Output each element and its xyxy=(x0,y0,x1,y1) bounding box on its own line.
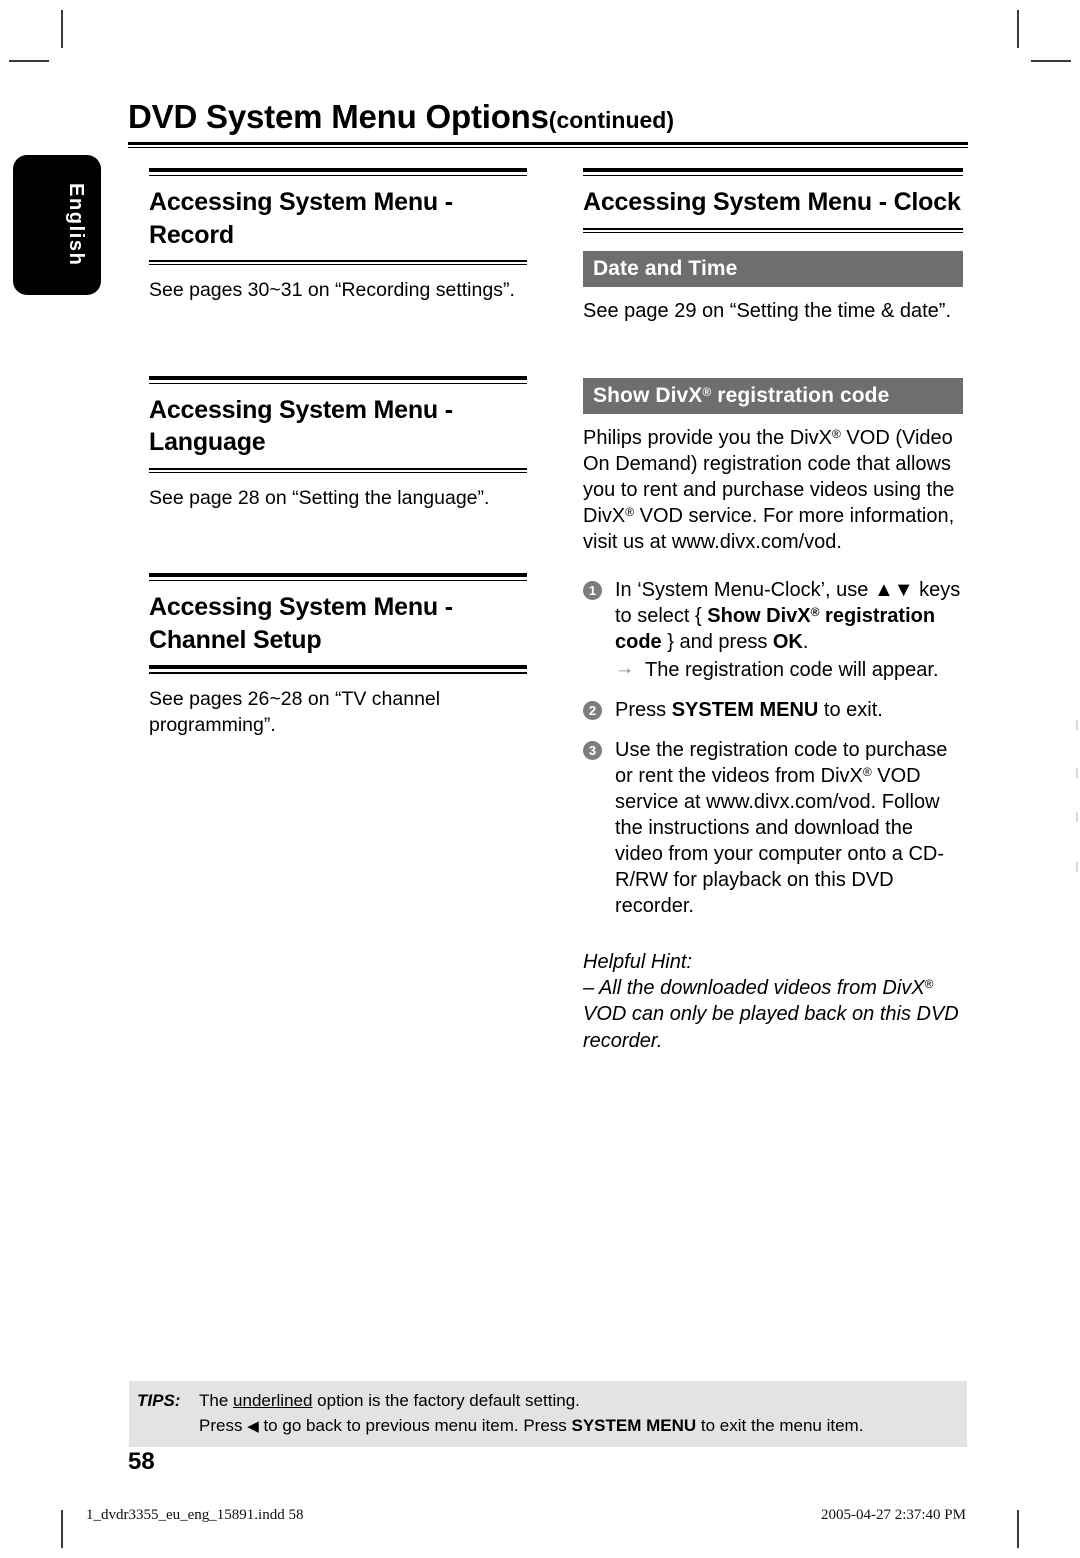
crop-mark-bottom-left-vertical xyxy=(61,1510,63,1548)
crop-mark-top-left-horizontal xyxy=(9,60,49,62)
tips-line1-a: The xyxy=(199,1391,234,1410)
section-rule-bottom xyxy=(149,665,527,675)
instruction-steps: 1 In ‘System Menu-Clock’, use ▲▼ keys to … xyxy=(583,577,963,919)
step-1-result: → The registration code will appear. xyxy=(615,657,963,683)
divx-para-part1: Philips provide you the DivX xyxy=(583,426,833,449)
language-tab-label: English xyxy=(65,183,87,267)
helpful-hint: Helpful Hint: – All the downloaded video… xyxy=(583,949,963,1055)
banner-divx-suffix: registration code xyxy=(711,383,890,407)
tips-line2-a: Press xyxy=(199,1415,248,1435)
banner-divx-prefix: Show DivX xyxy=(593,383,703,407)
step-number-badge: 1 xyxy=(583,580,602,600)
print-footer: 1_dvdr3355_eu_eng_15891.indd 58 2005-04-… xyxy=(86,1507,996,1524)
divx-description-paragraph: Philips provide you the DivX® VOD (Video… xyxy=(583,425,963,555)
registered-trademark-icon: ® xyxy=(924,976,934,991)
step-number-badge: 3 xyxy=(583,740,602,760)
registered-trademark-icon: ® xyxy=(832,426,841,441)
section-body-language: See page 28 on “Setting the language”. xyxy=(149,486,490,509)
section-heading-clock: Accessing System Menu - Clock xyxy=(583,188,961,216)
section-record: Accessing System Menu - Record See pages… xyxy=(149,168,527,304)
print-footer-filename: 1_dvdr3355_eu_eng_15891.indd 58 xyxy=(86,1507,304,1523)
left-column: Accessing System Menu - Record See pages… xyxy=(149,168,527,739)
tips-line1-b: option is the factory default setting. xyxy=(312,1391,580,1410)
date-time-body: See page 29 on “Setting the time & date”… xyxy=(583,299,952,322)
step-2-text-a: Press xyxy=(615,698,672,721)
tips-text-1: The underlined option is the factory def… xyxy=(199,1389,967,1414)
step-2-bold-a: SYSTEM MENU xyxy=(671,698,819,721)
step-3-text-b: VOD service at www.divx.com/vod. Follow … xyxy=(615,764,945,917)
edge-registration-tick xyxy=(1076,812,1078,822)
section-body-channel-setup: See pages 26~28 on “TV channel programmi… xyxy=(149,688,441,737)
step-3: 3 Use the registration code to purchase o… xyxy=(583,737,963,919)
right-column: Accessing System Menu - Clock Date and T… xyxy=(583,168,963,1054)
section-heading-language: Accessing System Menu - Language xyxy=(149,395,453,457)
section-rule-top xyxy=(583,168,963,176)
helpful-hint-title: Helpful Hint: xyxy=(583,950,692,973)
page-header: DVD System Menu Options(continued) xyxy=(128,98,968,148)
registered-trademark-icon: ® xyxy=(862,764,872,779)
crop-mark-bottom-right-vertical xyxy=(1017,1510,1019,1548)
tips-label-spacer xyxy=(137,1414,199,1439)
tips-line2-b: to go back to previous menu item. Press xyxy=(258,1415,572,1435)
tips-line2-bold: SYSTEM MENU xyxy=(571,1415,697,1435)
hint-text-a: – All the downloaded videos from DivX xyxy=(583,976,925,999)
crop-mark-top-left-vertical xyxy=(61,10,63,48)
title-divider-rule xyxy=(128,141,968,148)
section-language: Accessing System Menu - Language See pag… xyxy=(149,375,527,512)
section-rule-top xyxy=(149,168,527,176)
step-1-bold-c: OK xyxy=(772,630,803,653)
tips-row-2: Press ◀ to go back to previous menu item… xyxy=(129,1414,967,1439)
tips-line1-underlined: underlined xyxy=(233,1391,313,1410)
language-tab: English xyxy=(13,155,101,295)
section-heading-record: Accessing System Menu - Record xyxy=(149,188,453,249)
tips-row-1: TIPS: The underlined option is the facto… xyxy=(129,1389,967,1414)
step-1-text-c: . xyxy=(802,630,809,653)
section-rule-top xyxy=(149,375,527,384)
section-channel-setup: Accessing System Menu - Channel Setup Se… xyxy=(149,573,527,738)
page-title-continued: (continued) xyxy=(548,107,674,133)
edge-registration-tick xyxy=(1076,720,1078,730)
crop-mark-top-right-horizontal xyxy=(1031,60,1071,62)
section-heading-channel-setup: Accessing System Menu - Channel Setup xyxy=(149,593,453,654)
tips-text-2: Press ◀ to go back to previous menu item… xyxy=(199,1414,967,1439)
step-1: 1 In ‘System Menu-Clock’, use ▲▼ keys to … xyxy=(583,577,963,683)
divx-para-part3: VOD service. For more information, visit… xyxy=(583,504,955,553)
crop-mark-top-right-vertical xyxy=(1017,10,1019,48)
edge-registration-tick xyxy=(1076,862,1078,872)
page-title-main: DVD System Menu Options xyxy=(128,98,549,135)
section-rule-top xyxy=(149,573,527,582)
step-1-bold-a: Show DivX xyxy=(707,604,811,627)
tips-line2-c: to exit the menu item. xyxy=(696,1415,864,1435)
step-2: 2 Press SYSTEM MENU to exit. xyxy=(583,697,963,723)
tips-box: TIPS: The underlined option is the facto… xyxy=(129,1381,967,1448)
step-1-text-b: } and press xyxy=(661,630,773,653)
tips-label: TIPS: xyxy=(137,1391,181,1410)
step-number-badge: 2 xyxy=(583,700,602,720)
helpful-hint-body: – All the downloaded videos from DivX® V… xyxy=(583,975,963,1054)
arrow-right-icon: → xyxy=(615,657,634,679)
hint-text-b: VOD can only be played back on this DVD … xyxy=(583,1003,959,1052)
banner-show-divx-registration-code: Show DivX® registration code xyxy=(583,377,963,414)
banner-date-and-time: Date and Time xyxy=(583,250,963,287)
page-title: DVD System Menu Options(continued) xyxy=(128,98,968,135)
section-body-record: See pages 30~31 on “Recording settings”. xyxy=(149,279,515,301)
registered-trademark-icon: ® xyxy=(625,504,635,519)
triangle-left-icon: ◀ xyxy=(247,1417,259,1435)
edge-registration-tick xyxy=(1076,768,1078,778)
print-footer-timestamp: 2005-04-27 2:37:40 PM xyxy=(820,1507,966,1523)
step-2-text-b: to exit. xyxy=(818,698,883,721)
step-1-result-text: The registration code will appear. xyxy=(645,658,939,681)
document-page: English DVD System Menu Options(continue… xyxy=(0,0,1080,1558)
page-number: 58 xyxy=(128,1448,155,1475)
